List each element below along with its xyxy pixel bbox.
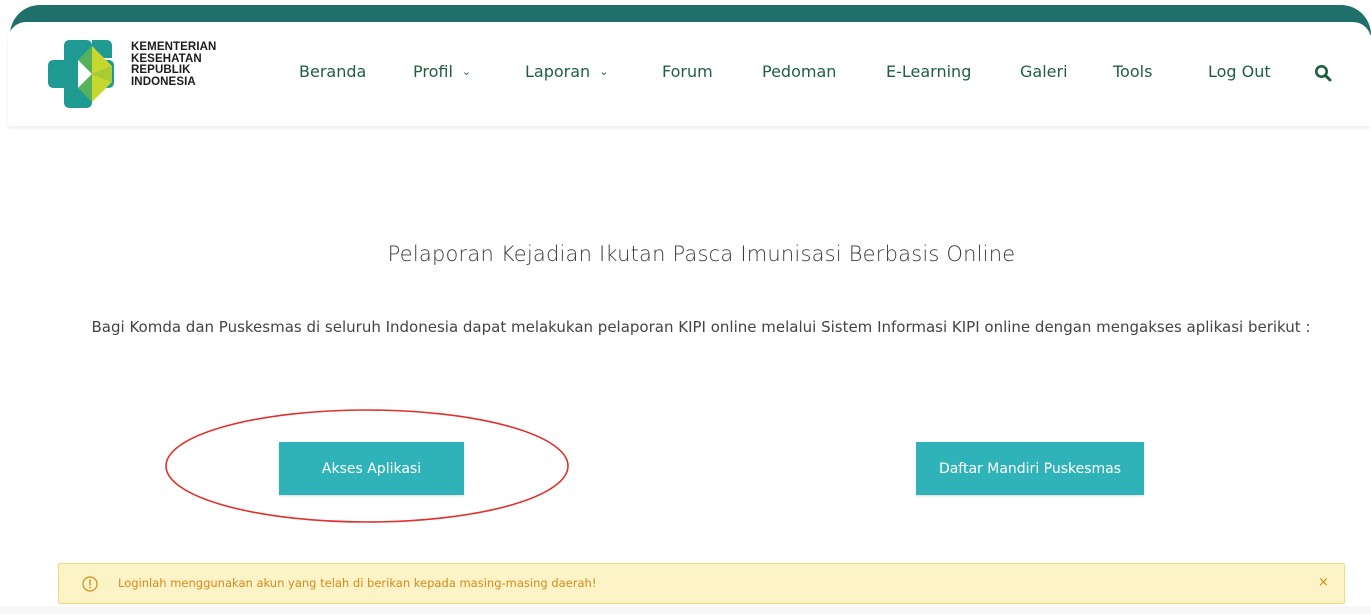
warning-circle-icon <box>82 576 98 592</box>
nav-elearning[interactable]: E-Learning <box>886 62 971 86</box>
close-icon[interactable]: × <box>1318 575 1329 590</box>
nav-logout[interactable]: Log Out <box>1208 62 1271 86</box>
logo-line-4: INDONESIA <box>131 75 196 88</box>
nav-profil-label: Profil <box>413 62 453 81</box>
chevron-down-icon: ⌄ <box>599 65 609 78</box>
logo-line-3: REPUBLIK <box>131 64 191 76</box>
nav-tools[interactable]: Tools <box>1113 62 1152 86</box>
nav-pedoman[interactable]: Pedoman <box>762 62 836 86</box>
nav-profil[interactable]: Profil ⌄ <box>413 62 471 86</box>
logo-emblem-icon <box>48 40 114 108</box>
logo-text: KEMENTERIAN KESEHATAN REPUBLIK INDONESIA <box>131 41 217 88</box>
page-description: Bagi Komda dan Puskesmas di seluruh Indo… <box>91 318 1311 336</box>
nav-forum[interactable]: Forum <box>662 62 713 86</box>
logo-line-1: KEMENTERIAN <box>131 41 217 53</box>
nav-laporan-label: Laporan <box>525 62 591 81</box>
navbar: KEMENTERIAN KESEHATAN REPUBLIK INDONESIA… <box>8 22 1371 126</box>
chevron-down-icon: ⌄ <box>461 65 472 78</box>
page-bottom-edge <box>0 606 1371 614</box>
warning-alert: Loginlah menggunakan akun yang telah di … <box>58 563 1345 604</box>
nav-galeri[interactable]: Galeri <box>1020 62 1068 86</box>
nav-laporan[interactable]: Laporan ⌄ <box>525 62 608 86</box>
akses-aplikasi-button[interactable]: Akses Aplikasi <box>279 442 464 495</box>
search-icon[interactable] <box>1314 64 1332 82</box>
page-title: Pelaporan Kejadian Ikutan Pasca Imunisas… <box>387 242 1016 266</box>
logo-kemenkes[interactable]: KEMENTERIAN KESEHATAN REPUBLIK INDONESIA <box>48 36 238 112</box>
alert-message: Loginlah menggunakan akun yang telah di … <box>118 576 597 590</box>
daftar-mandiri-puskesmas-button[interactable]: Daftar Mandiri Puskesmas <box>916 442 1144 495</box>
nav-beranda[interactable]: Beranda <box>299 62 366 86</box>
